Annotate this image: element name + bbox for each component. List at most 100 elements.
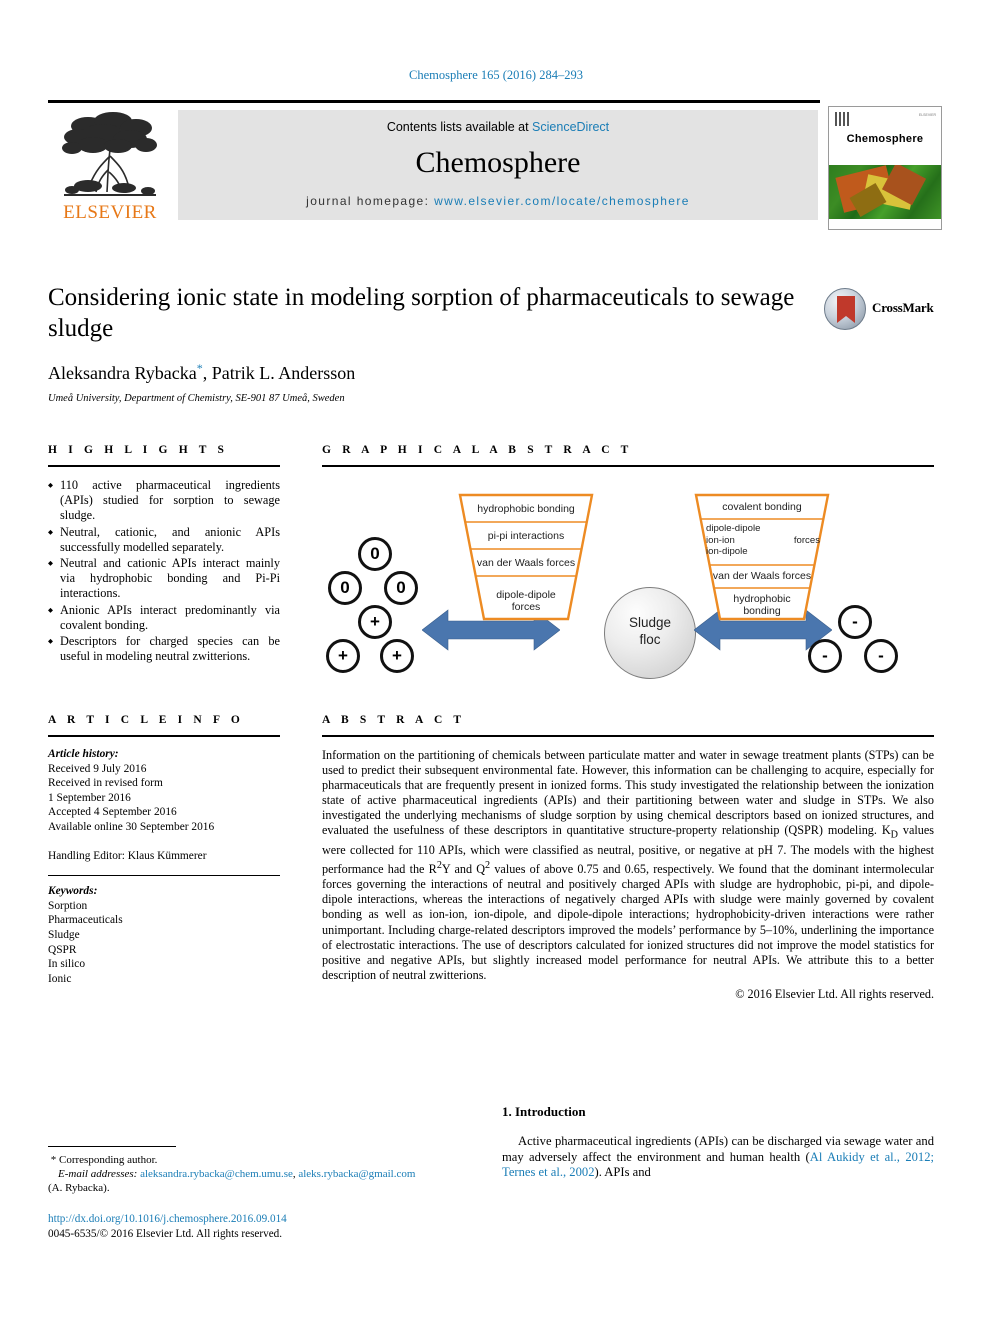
keyword-item: Pharmaceuticals bbox=[48, 914, 123, 927]
highlights-heading: H I G H L I G H T S bbox=[48, 444, 229, 456]
sludge-floc-node: Sludge floc bbox=[604, 587, 696, 679]
charge-bubble-positive: + bbox=[380, 639, 414, 673]
keyword-item: QSPR bbox=[48, 943, 77, 956]
funnel-row-label: covalent bonding bbox=[722, 501, 802, 513]
masthead-banner: Contents lists available at ScienceDirec… bbox=[178, 110, 818, 220]
page-title: Considering ionic state in modeling sorp… bbox=[48, 284, 795, 342]
cover-artwork bbox=[829, 165, 941, 219]
journal-cover-thumbnail: ELSEVIER Chemosphere bbox=[828, 106, 942, 230]
corresponding-author-note: * Corresponding author. bbox=[48, 1153, 478, 1167]
right-interaction-funnel: covalent bonding dipole-dipole ion-ion f… bbox=[694, 493, 830, 621]
funnel-forces-group: dipole-dipole ion-ion forces ion-dipole bbox=[706, 523, 820, 558]
charge-bubble-negative: - bbox=[808, 639, 842, 673]
charge-bubble-neutral: 0 bbox=[384, 571, 418, 605]
introduction-section: 1. Introduction Active pharmaceutical in… bbox=[502, 1104, 934, 1181]
funnel-row-label: hydrophobic bonding bbox=[733, 593, 791, 617]
cover-journal-name: Chemosphere bbox=[846, 133, 924, 145]
doi-block: http://dx.doi.org/10.1016/j.chemosphere.… bbox=[48, 1212, 478, 1241]
homepage-url-link[interactable]: www.elsevier.com/locate/chemosphere bbox=[434, 194, 690, 208]
cover-top-panel: ELSEVIER Chemosphere bbox=[829, 107, 941, 165]
charge-bubble-positive: + bbox=[326, 639, 360, 673]
left-interaction-funnel: hydrophobic bonding pi-pi interactions v… bbox=[458, 493, 594, 621]
highlights-rule bbox=[48, 465, 280, 467]
graphical-abstract-figure: 0 0 0 + + + hydrophobic bonding pi-pi in… bbox=[322, 479, 934, 697]
crossmark-circle-icon bbox=[824, 288, 866, 330]
masthead-top-rule bbox=[48, 100, 820, 103]
crossmark-bookmark-icon bbox=[837, 296, 855, 323]
introduction-heading: 1. Introduction bbox=[502, 1104, 586, 1119]
keyword-item: Sorption bbox=[48, 899, 88, 912]
author-list: Aleksandra Rybacka*, Patrik L. Andersson bbox=[48, 361, 808, 384]
footnote-block: * Corresponding author. E-mail addresses… bbox=[48, 1146, 478, 1241]
highlights-section: H I G H L I G H T S 110 active pharmaceu… bbox=[48, 444, 280, 665]
article-history-item: Available online 30 September 2016 bbox=[48, 820, 215, 833]
article-history-item: Received in revised form bbox=[48, 777, 163, 790]
article-history-item: 1 September 2016 bbox=[48, 791, 131, 804]
list-item: 110 active pharmaceutical ingredients (A… bbox=[48, 478, 280, 524]
crossmark-label: CrossMark bbox=[872, 300, 934, 315]
funnel-row-label: hydrophobic bonding bbox=[477, 503, 575, 515]
journal-homepage-line: journal homepage: www.elsevier.com/locat… bbox=[178, 194, 818, 208]
keyword-item: Ionic bbox=[48, 972, 72, 985]
journal-title: Chemosphere bbox=[415, 146, 581, 179]
funnel-row-label: dipole-dipole forces bbox=[496, 589, 556, 613]
email-owner: (A. Rybacka). bbox=[48, 1182, 110, 1194]
keyword-item: Sludge bbox=[48, 928, 80, 941]
keyword-item: In silico bbox=[48, 958, 86, 971]
cover-bottom-panel bbox=[829, 219, 941, 229]
sludge-floc-line2: floc bbox=[639, 632, 661, 647]
corresponding-marker: * bbox=[50, 1154, 57, 1166]
highlights-list: 110 active pharmaceutical ingredients (A… bbox=[48, 478, 280, 664]
graphical-abstract-heading: G R A P H I C A L A B S T R A C T bbox=[322, 444, 633, 456]
author-names: Aleksandra Rybacka*, Patrik L. Andersson bbox=[48, 361, 356, 383]
email-link-1[interactable]: aleksandra.rybacka@chem.umu.se bbox=[140, 1168, 293, 1180]
elsevier-logo: ELSEVIER bbox=[50, 110, 170, 228]
crossmark-badge[interactable]: CrossMark bbox=[824, 288, 934, 332]
list-item: Neutral, cationic, and anionic APIs succ… bbox=[48, 525, 280, 555]
sciencedirect-link[interactable]: ScienceDirect bbox=[532, 120, 609, 134]
affiliation: Umeå University, Department of Chemistry… bbox=[48, 393, 345, 404]
abstract-heading: A B S T R A C T bbox=[322, 714, 466, 726]
cover-publisher-text: ELSEVIER bbox=[918, 113, 936, 117]
funnel-row-label: pi-pi interactions bbox=[487, 530, 565, 542]
corresponding-author-marker: * bbox=[196, 361, 203, 375]
charge-bubble-neutral: 0 bbox=[358, 537, 392, 571]
homepage-label: journal homepage: bbox=[306, 194, 435, 208]
intro-text-post: ). APIs and bbox=[594, 1165, 651, 1180]
charge-bubble-negative: - bbox=[838, 605, 872, 639]
running-head: Chemosphere 165 (2016) 284–293 bbox=[409, 68, 583, 82]
list-item: Anionic APIs interact predominantly via … bbox=[48, 603, 280, 633]
email-note: E-mail addresses: aleksandra.rybacka@che… bbox=[58, 1168, 416, 1180]
elsevier-wordmark: ELSEVIER bbox=[63, 202, 157, 223]
journal-article-page: Chemosphere 165 (2016) 284–293 ELSEVIER … bbox=[0, 0, 992, 1323]
cover-barcode-icon bbox=[835, 112, 849, 126]
article-history-item: Received 9 July 2016 bbox=[48, 762, 147, 775]
graphical-abstract-rule bbox=[322, 465, 934, 467]
funnel-row-label: dipole-dipole bbox=[706, 523, 761, 534]
abstract-body: Information on the partitioning of chemi… bbox=[322, 748, 934, 982]
article-history-label: Article history: bbox=[48, 748, 119, 760]
title-block: Considering ionic state in modeling sorp… bbox=[48, 282, 808, 404]
abstract-rule bbox=[322, 735, 934, 737]
keywords-rule bbox=[48, 875, 280, 877]
keywords-block: Keywords: Sorption Pharmaceuticals Sludg… bbox=[48, 884, 280, 986]
elsevier-tree-icon bbox=[62, 112, 157, 196]
footnote-rule bbox=[48, 1146, 176, 1147]
abstract-section: A B S T R A C T Information on the parti… bbox=[322, 714, 934, 1002]
sludge-floc-label: Sludge floc bbox=[605, 614, 695, 648]
funnel-row-label: ion-ion bbox=[706, 534, 735, 546]
article-history-item: Accepted 4 September 2016 bbox=[48, 806, 177, 819]
issn-copyright-line: 0045-6535/© 2016 Elsevier Ltd. All right… bbox=[48, 1227, 283, 1240]
charge-bubble-negative: - bbox=[864, 639, 898, 673]
funnel-row-label: ion-dipole bbox=[706, 546, 748, 558]
introduction-paragraph: Active pharmaceutical ingredients (APIs)… bbox=[502, 1134, 934, 1181]
email-link-2[interactable]: aleks.rybacka@gmail.com bbox=[298, 1168, 415, 1180]
article-info-rule bbox=[48, 735, 280, 737]
list-item: Neutral and cationic APIs interact mainl… bbox=[48, 556, 280, 602]
article-history-block: Article history: Received 9 July 2016 Re… bbox=[48, 747, 280, 863]
funnel-forces-label: forces bbox=[793, 534, 820, 546]
list-item: Descriptors for charged species can be u… bbox=[48, 634, 280, 664]
contents-prefix: Contents lists available at bbox=[386, 120, 533, 134]
doi-link[interactable]: http://dx.doi.org/10.1016/j.chemosphere.… bbox=[48, 1212, 478, 1227]
